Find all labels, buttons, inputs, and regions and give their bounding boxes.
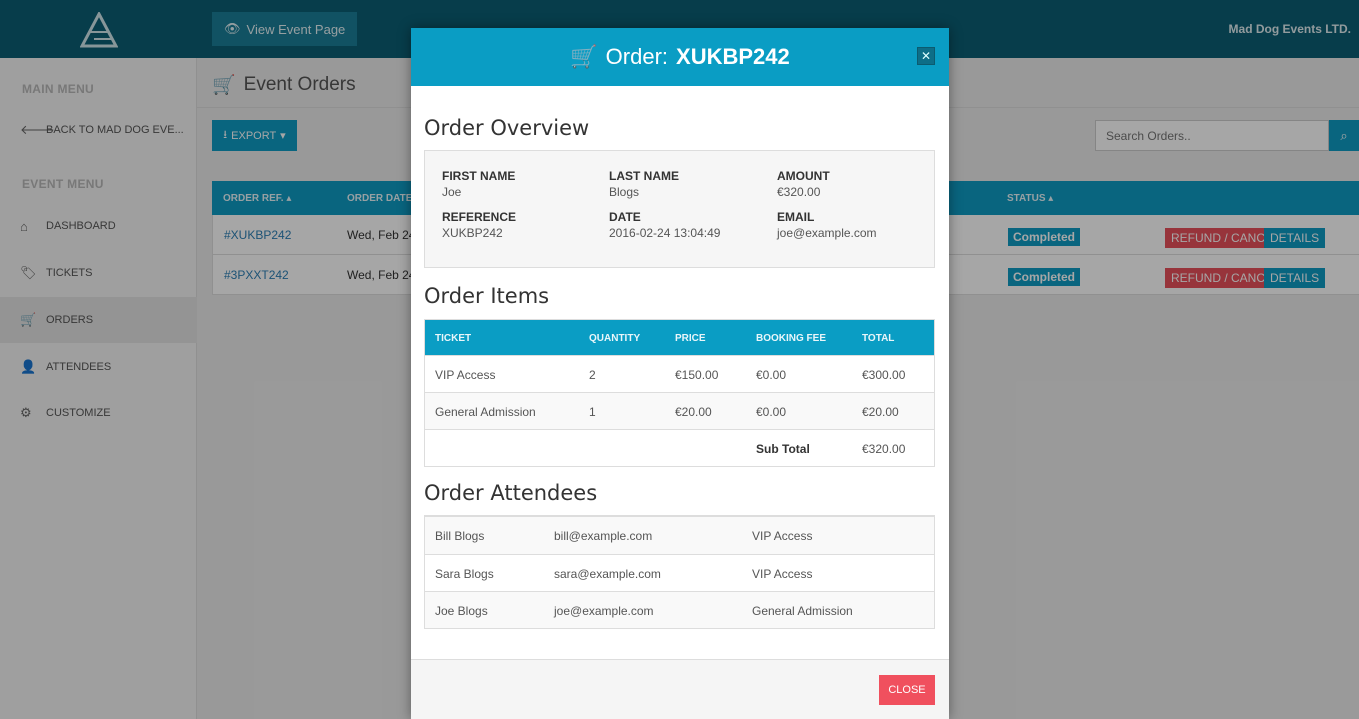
- modal-footer: CLOSE: [411, 659, 949, 719]
- modal-header: 🛒 Order: XUKBP242 ✕: [411, 28, 949, 86]
- order-items-table: TICKET QUANTITY PRICE BOOKING FEE TOTAL …: [424, 319, 935, 467]
- order-overview-heading: Order Overview: [424, 116, 590, 140]
- col-total: TOTAL: [862, 333, 895, 344]
- item-fee: €0.00: [756, 405, 787, 419]
- attendee-email: sara@example.com: [554, 567, 661, 581]
- item-ticket: General Admission: [435, 405, 536, 419]
- attendee-ticket: VIP Access: [752, 567, 813, 581]
- item-total: €20.00: [862, 405, 899, 419]
- reference-label: REFERENCE: [442, 210, 517, 224]
- table-row: General Admission 1 €20.00 €0.00 €20.00: [425, 392, 934, 429]
- close-button[interactable]: CLOSE: [879, 675, 935, 705]
- date-field: DATE 2016-02-24 13:04:49: [609, 210, 720, 240]
- last-name-field: LAST NAME Blogs: [609, 169, 679, 199]
- amount-field: AMOUNT €320.00: [777, 169, 830, 199]
- email-field: EMAIL joe@example.com: [777, 210, 877, 240]
- modal-title-ref: XUKBP242: [676, 44, 790, 69]
- attendee-name: Sara Blogs: [435, 567, 494, 581]
- table-row: Joe Blogs joe@example.com General Admiss…: [425, 591, 934, 628]
- subtotal-value: €320.00: [862, 442, 906, 456]
- reference-field: REFERENCE XUKBP242: [442, 210, 516, 240]
- close-icon[interactable]: ✕: [917, 47, 935, 65]
- subtotal-label: Sub Total: [756, 442, 810, 456]
- order-items-heading: Order Items: [424, 284, 550, 308]
- attendee-ticket: VIP Access: [752, 529, 813, 543]
- amount-label: AMOUNT: [777, 169, 830, 183]
- col-quantity: QUANTITY: [589, 333, 641, 344]
- col-booking-fee: BOOKING FEE: [756, 333, 827, 344]
- subtotal-row: Sub Total €320.00: [425, 429, 934, 466]
- order-attendees-heading: Order Attendees: [424, 481, 598, 505]
- modal-title-prefix: Order:: [605, 44, 669, 69]
- order-modal: 🛒 Order: XUKBP242 ✕ Order Overview FIRST…: [411, 28, 949, 719]
- amount-value: €320.00: [777, 185, 821, 199]
- first-name-value: Joe: [442, 185, 462, 199]
- item-price: €150.00: [675, 368, 719, 382]
- item-fee: €0.00: [756, 368, 787, 382]
- table-row: VIP Access 2 €150.00 €0.00 €300.00: [425, 355, 934, 392]
- col-ticket: TICKET: [435, 333, 472, 344]
- email-value: joe@example.com: [777, 226, 877, 240]
- first-name-label: FIRST NAME: [442, 169, 516, 183]
- attendee-name: Bill Blogs: [435, 529, 485, 543]
- order-attendees-table: Bill Blogs bill@example.com VIP Access S…: [424, 515, 935, 629]
- date-value: 2016-02-24 13:04:49: [609, 226, 721, 240]
- item-ticket: VIP Access: [435, 368, 496, 382]
- last-name-label: LAST NAME: [609, 169, 679, 183]
- first-name-field: FIRST NAME Joe: [442, 169, 515, 199]
- cart-icon: 🛒: [570, 44, 598, 69]
- attendee-ticket: General Admission: [752, 604, 853, 618]
- last-name-value: Blogs: [609, 185, 640, 199]
- item-total: €300.00: [862, 368, 906, 382]
- reference-value: XUKBP242: [442, 226, 503, 240]
- item-price: €20.00: [675, 405, 712, 419]
- attendee-email: bill@example.com: [554, 529, 653, 543]
- order-overview-panel: FIRST NAME Joe LAST NAME Blogs AMOUNT €3…: [424, 150, 935, 268]
- date-label: DATE: [609, 210, 641, 224]
- table-row: Bill Blogs bill@example.com VIP Access: [425, 517, 934, 554]
- email-label: EMAIL: [777, 210, 815, 224]
- attendee-email: joe@example.com: [554, 604, 654, 618]
- col-price: PRICE: [675, 333, 706, 344]
- order-items-header: TICKET QUANTITY PRICE BOOKING FEE TOTAL: [425, 320, 934, 355]
- table-row: Sara Blogs sara@example.com VIP Access: [425, 554, 934, 591]
- attendee-name: Joe Blogs: [435, 604, 488, 618]
- item-quantity: 1: [589, 405, 596, 419]
- item-quantity: 2: [589, 368, 596, 382]
